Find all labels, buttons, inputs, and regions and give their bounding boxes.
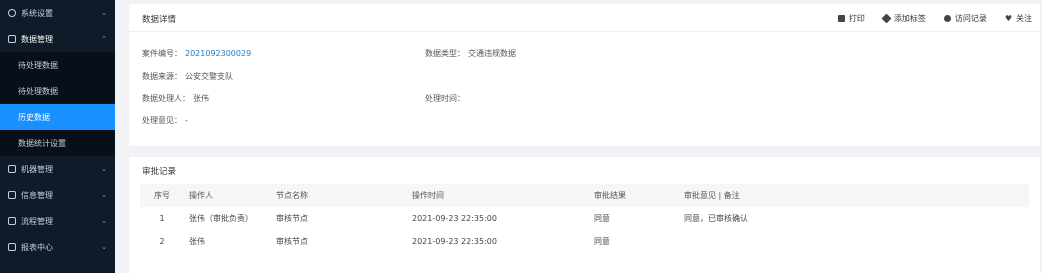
access-log-button[interactable]: 访问记录 — [943, 13, 987, 24]
heart-icon: ♥ — [1004, 14, 1012, 23]
sidebar-item-label: 机器管理 — [21, 164, 53, 174]
cell-time: 2021-09-23 22:35:00 — [412, 214, 497, 223]
print-button[interactable]: 打印 — [837, 13, 865, 24]
access-log-label: 访问记录 — [954, 14, 987, 23]
cell-result: 同意 — [594, 214, 610, 223]
field-data-source: 数据来源： 公安交警支队 — [142, 71, 233, 82]
field-value: 张伟 — [193, 94, 209, 103]
chevron-down-icon: ⌄ — [101, 191, 107, 199]
chevron-down-icon: ⌄ — [101, 9, 107, 17]
tag-icon — [881, 13, 892, 24]
submenu-item-stats-settings[interactable]: 数据统计设置 — [0, 130, 115, 156]
sidebar-item-machine-management[interactable]: 机器管理 ⌄ — [0, 156, 115, 182]
cell-comment: 同意，已审核确认 — [684, 214, 748, 223]
submenu-item-pending-2[interactable]: 待处理数据 — [0, 78, 115, 104]
field-label: 案件编号： — [142, 49, 182, 58]
submenu-item-history[interactable]: 历史数据 — [0, 104, 115, 130]
sidebar-item-label: 数据管理 — [21, 34, 53, 44]
cell-operator: 张伟（审批负责） — [189, 214, 253, 223]
sidebar-item-system-settings[interactable]: 系统设置 ⌄ — [0, 0, 115, 26]
field-case-number: 案件编号： 2021092300029 — [142, 48, 251, 59]
chevron-down-icon: ⌄ — [101, 243, 107, 251]
flow-icon — [8, 217, 16, 225]
cell-node: 审核节点 — [276, 237, 308, 246]
log-title: 审批记录 — [142, 167, 177, 177]
field-label: 数据处理人： — [142, 94, 190, 103]
column-header-node: 节点名称 — [276, 191, 308, 200]
cell-node: 审核节点 — [276, 214, 308, 223]
add-tag-label: 添加标签 — [893, 14, 926, 23]
sidebar-item-label: 流程管理 — [21, 216, 53, 226]
chevron-down-icon: ⌄ — [101, 165, 107, 173]
field-label: 数据类型： — [425, 49, 465, 58]
sidebar-item-data-management[interactable]: 数据管理 ⌃ — [0, 26, 115, 52]
cell-index: 2 — [159, 237, 165, 246]
field-value: 交通违规数据 — [468, 49, 516, 58]
field-label: 数据来源： — [142, 72, 182, 81]
column-header-index: 序号 — [154, 191, 170, 200]
field-handle-time: 处理时间： — [425, 93, 468, 104]
field-value: - — [185, 116, 188, 125]
detail-actions: 打印 添加标签 访问记录 ♥ 关注 — [837, 13, 1032, 24]
table-row: 1 张伟（审批负责） 审核节点 2021-09-23 22:35:00 同意 同… — [140, 207, 1029, 230]
info-icon — [8, 191, 16, 199]
sidebar-item-report-center[interactable]: 报表中心 ⌄ — [0, 234, 115, 260]
sidebar-item-label: 系统设置 — [21, 8, 53, 18]
column-header-operator: 操作人 — [189, 191, 213, 200]
follow-button[interactable]: ♥ 关注 — [1005, 13, 1032, 24]
approval-log-panel: 审批记录 序号 操作人 节点名称 操作时间 审批结果 审批意见 | 备注 1 张… — [129, 157, 1040, 273]
cell-result: 同意 — [594, 237, 610, 246]
detail-title: 数据详情 — [142, 15, 177, 25]
sidebar-item-info-management[interactable]: 信息管理 ⌄ — [0, 182, 115, 208]
field-value: 2021092300029 — [185, 49, 252, 58]
print-label: 打印 — [848, 14, 865, 23]
column-header-time: 操作时间 — [412, 191, 444, 200]
table-header: 序号 操作人 节点名称 操作时间 审批结果 审批意见 | 备注 — [140, 184, 1029, 207]
print-icon — [837, 15, 845, 22]
submenu-item-pending-1[interactable]: 待处理数据 — [0, 52, 115, 78]
report-icon — [8, 243, 16, 251]
field-data-type: 数据类型： 交通违规数据 — [425, 48, 516, 59]
field-label: 处理意见： — [142, 116, 182, 125]
table-row: 2 张伟 审核节点 2021-09-23 22:35:00 同意 — [140, 230, 1029, 253]
column-header-comment: 审批意见 | 备注 — [684, 191, 740, 200]
add-tag-button[interactable]: 添加标签 — [881, 13, 926, 24]
data-icon — [8, 35, 16, 43]
column-header-result: 审批结果 — [594, 191, 626, 200]
chevron-down-icon: ⌄ — [101, 217, 107, 225]
eye-icon — [943, 15, 951, 22]
chevron-up-icon: ⌃ — [101, 35, 107, 43]
field-handle-result: 处理意见： - — [142, 115, 188, 126]
divider — [129, 31, 1040, 32]
field-label: 处理时间： — [425, 94, 465, 103]
field-value: 公安交警支队 — [185, 72, 233, 81]
detail-panel: 数据详情 打印 添加标签 访问记录 ♥ 关注 案件编号： 202109230002… — [129, 4, 1040, 146]
sidebar-item-label: 信息管理 — [21, 190, 53, 200]
sidebar-item-flow-management[interactable]: 流程管理 ⌄ — [0, 208, 115, 234]
settings-icon — [8, 9, 16, 17]
cell-operator: 张伟 — [189, 237, 205, 246]
cell-time: 2021-09-23 22:35:00 — [412, 237, 497, 246]
follow-label: 关注 — [1016, 14, 1032, 23]
machine-icon — [8, 165, 16, 173]
field-handler: 数据处理人： 张伟 — [142, 93, 209, 104]
sidebar: 系统设置 ⌄ 数据管理 ⌃ 待处理数据 待处理数据 历史数据 数据统计设置 机器… — [0, 0, 115, 273]
cell-index: 1 — [159, 214, 165, 223]
sidebar-item-label: 报表中心 — [21, 242, 53, 252]
approval-table: 序号 操作人 节点名称 操作时间 审批结果 审批意见 | 备注 1 张伟（审批负… — [140, 184, 1029, 253]
